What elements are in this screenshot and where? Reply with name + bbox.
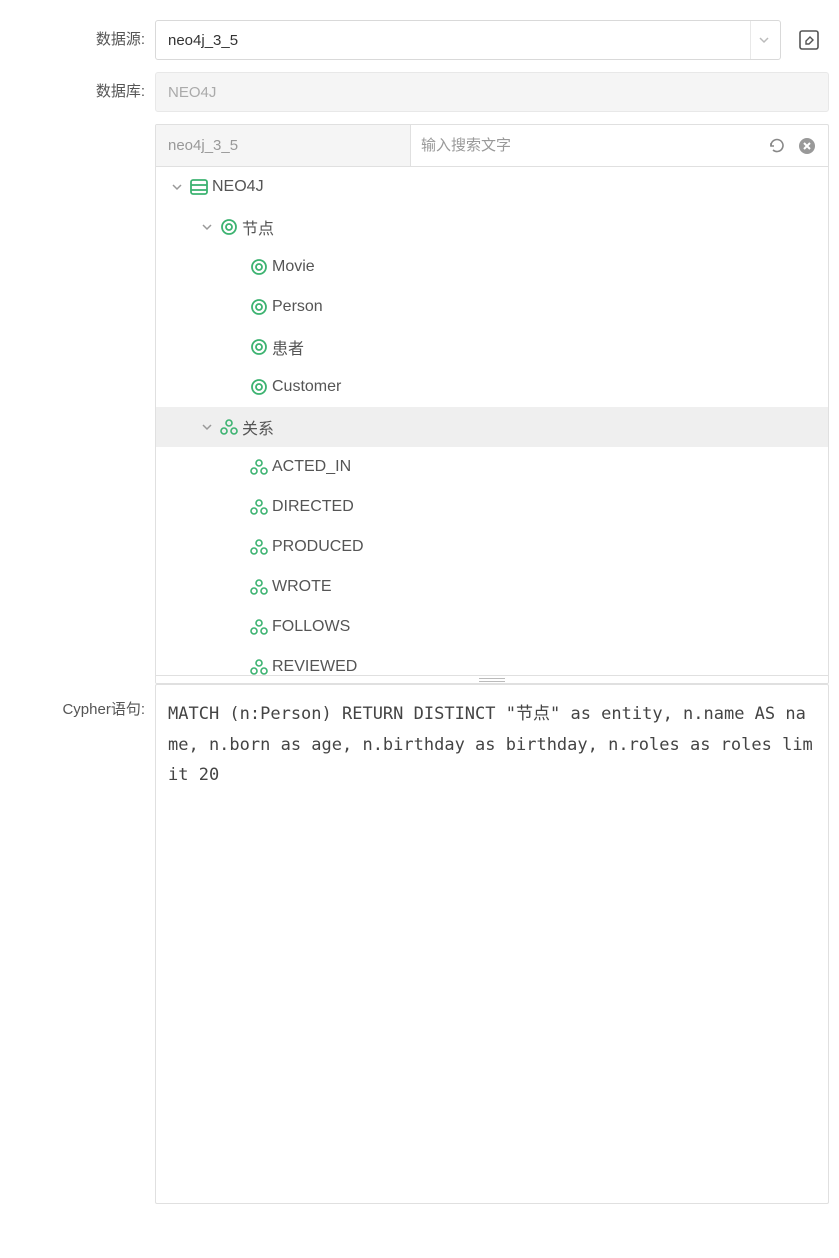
database-field: NEO4J xyxy=(155,72,829,112)
edit-button[interactable] xyxy=(789,20,829,60)
cypher-textarea[interactable]: MATCH (n:Person) RETURN DISTINCT "节点" as… xyxy=(155,684,829,1204)
chevron-down-icon xyxy=(758,34,770,46)
database-label: 数据库: xyxy=(10,72,155,101)
tree-node-1[interactable]: Person xyxy=(156,287,828,327)
tree-item-label: FOLLOWS xyxy=(272,618,350,636)
refresh-icon xyxy=(768,137,786,155)
tree-item-icon xyxy=(186,177,212,197)
tree-item-icon xyxy=(246,537,272,557)
close-button[interactable] xyxy=(796,135,818,157)
tree-item-icon xyxy=(246,337,272,357)
tree-item-icon xyxy=(246,617,272,637)
close-icon xyxy=(798,137,816,155)
tree-item-icon xyxy=(246,657,272,675)
tree-item-label: 患者 xyxy=(272,335,304,359)
tree-item-icon xyxy=(246,457,272,477)
resize-handle[interactable] xyxy=(156,675,828,683)
tree-item-icon xyxy=(246,497,272,517)
tree-node-3[interactable]: Customer xyxy=(156,367,828,407)
tree-item-label: Customer xyxy=(272,378,341,396)
chevron-down-icon xyxy=(198,221,216,233)
tree-item-label: WROTE xyxy=(272,578,332,596)
tree-body[interactable]: NEO4J 节点 Movie Person 患者 Customer 关系 ACTED_IN DI… xyxy=(156,167,828,675)
tree-panel: neo4j_3_5 NEO4J 节点 Movie Person 患者 Customer 关系… xyxy=(155,124,829,684)
tree-item-icon xyxy=(246,297,272,317)
tree-relation-3[interactable]: WROTE xyxy=(156,567,828,607)
tree-node-0[interactable]: Movie xyxy=(156,247,828,287)
tree-item-label: DIRECTED xyxy=(272,498,354,516)
tree-item-label: Movie xyxy=(272,258,315,276)
tree-relation-2[interactable]: PRODUCED xyxy=(156,527,828,567)
datasource-value: neo4j_3_5 xyxy=(168,32,238,49)
tree-item-icon xyxy=(216,417,242,437)
datasource-label: 数据源: xyxy=(10,20,155,49)
chevron-down-icon xyxy=(168,181,186,193)
chevron-down-icon xyxy=(198,421,216,433)
tree-item-label: 关系 xyxy=(242,415,274,439)
tree-relation-0[interactable]: ACTED_IN xyxy=(156,447,828,487)
tree-nodes-group[interactable]: 节点 xyxy=(156,207,828,247)
tree-relations-group[interactable]: 关系 xyxy=(156,407,828,447)
tree-node-2[interactable]: 患者 xyxy=(156,327,828,367)
tree-item-icon xyxy=(216,217,242,237)
tree-relation-4[interactable]: FOLLOWS xyxy=(156,607,828,647)
drag-icon xyxy=(479,678,505,682)
tree-item-label: PRODUCED xyxy=(272,538,364,556)
tree-item-icon xyxy=(246,577,272,597)
tree-search-input[interactable] xyxy=(421,137,758,154)
tree-relation-1[interactable]: DIRECTED xyxy=(156,487,828,527)
edit-icon xyxy=(797,28,821,52)
tree-item-icon xyxy=(246,377,272,397)
tree-item-label: Person xyxy=(272,298,323,316)
tree-tab[interactable]: neo4j_3_5 xyxy=(156,125,411,167)
select-arrow xyxy=(750,21,780,59)
tree-item-label: REVIEWED xyxy=(272,658,357,675)
refresh-button[interactable] xyxy=(766,135,788,157)
tree-item-label: 节点 xyxy=(242,215,274,239)
tree-root[interactable]: NEO4J xyxy=(156,167,828,207)
tree-item-label: NEO4J xyxy=(212,178,264,196)
datasource-select[interactable]: neo4j_3_5 xyxy=(155,20,781,60)
cypher-label: Cypher语句: xyxy=(10,684,155,719)
tree-item-icon xyxy=(246,257,272,277)
tree-item-label: ACTED_IN xyxy=(272,458,351,476)
tree-relation-5[interactable]: REVIEWED xyxy=(156,647,828,675)
